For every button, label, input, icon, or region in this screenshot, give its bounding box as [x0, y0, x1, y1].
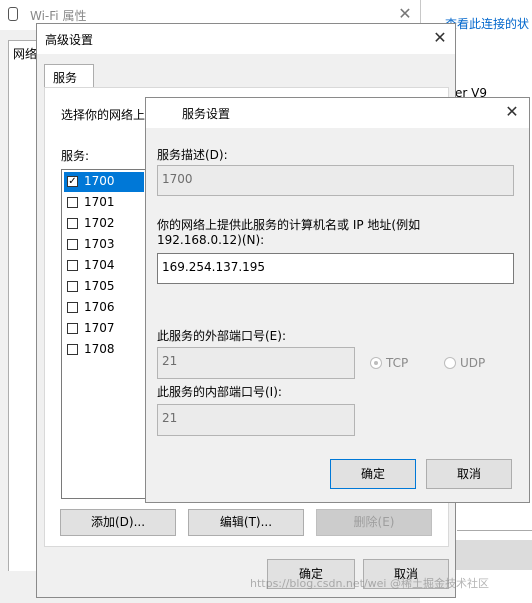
divider: [457, 530, 532, 531]
add-service-button[interactable]: 添加(D)...: [60, 509, 176, 536]
service-item-label: 1708: [84, 342, 115, 356]
service-item-1703[interactable]: 1703: [64, 235, 144, 255]
service-item-1707[interactable]: 1707: [64, 319, 144, 339]
checkbox[interactable]: [67, 302, 78, 313]
service-description-label: 服务描述(D):: [157, 148, 228, 162]
services-instruction: 选择你的网络上: [61, 108, 146, 122]
close-icon[interactable]: ✕: [394, 3, 416, 25]
service-item-1700[interactable]: ✓ 1700: [64, 172, 144, 192]
service-item-label: 1705: [84, 279, 115, 293]
wifi-window-title: Wi-Fi 属性: [30, 9, 87, 23]
checkbox[interactable]: [67, 197, 78, 208]
internal-port-field[interactable]: 21: [157, 404, 355, 436]
checkbox[interactable]: [67, 239, 78, 250]
tab-services[interactable]: 服务: [44, 64, 94, 88]
service-item-1705[interactable]: 1705: [64, 277, 144, 297]
service-item-label: 1702: [84, 216, 115, 230]
bottom-strip: [454, 540, 532, 570]
external-port-label: 此服务的外部端口号(E):: [157, 329, 286, 343]
wifi-icon: [8, 7, 18, 21]
service-item-1708[interactable]: 1708: [64, 340, 144, 360]
service-description-field[interactable]: 1700: [157, 165, 514, 196]
services-list[interactable]: ✓ 1700 1701 1702 1703 1704 1705 1706 170…: [61, 169, 151, 499]
service-cancel-button[interactable]: 取消: [426, 459, 512, 489]
service-item-label: 1704: [84, 258, 115, 272]
checkbox[interactable]: [67, 260, 78, 271]
close-icon[interactable]: ✕: [501, 101, 523, 123]
host-address-input[interactable]: 169.254.137.195: [157, 253, 514, 284]
udp-label: UDP: [460, 356, 486, 370]
checkbox[interactable]: [67, 218, 78, 229]
tab-services-label: 服务: [53, 71, 78, 85]
service-item-1706[interactable]: 1706: [64, 298, 144, 318]
tab-network-label: 网络: [13, 47, 38, 61]
watermark: https://blog.csdn.net/wei @稀土掘金技术社区: [250, 577, 489, 590]
service-settings-dialog: 服务设置 ✕ 服务描述(D): 1700 你的网络上提供此服务的计算机名或 IP…: [145, 97, 530, 503]
service-item-label: 1703: [84, 237, 115, 251]
close-icon[interactable]: ✕: [429, 27, 451, 49]
delete-service-button[interactable]: 删除(E): [316, 509, 432, 536]
service-ok-button[interactable]: 确定: [330, 459, 416, 489]
udp-radio[interactable]: [444, 357, 456, 369]
service-titlebar: 服务设置 ✕: [146, 98, 529, 128]
service-item-1704[interactable]: 1704: [64, 256, 144, 276]
checkbox[interactable]: [67, 281, 78, 292]
checkbox[interactable]: [67, 323, 78, 334]
checkbox[interactable]: [67, 344, 78, 355]
tab-network[interactable]: 网络: [8, 40, 38, 62]
view-status-link[interactable]: 查看此连接的状: [445, 15, 529, 32]
host-address-label-line1: 你的网络上提供此服务的计算机名或 IP 地址(例如: [157, 218, 421, 232]
external-port-field[interactable]: 21: [157, 347, 355, 379]
edit-service-button[interactable]: 编辑(T)...: [188, 509, 304, 536]
host-address-label-line2: 192.168.0.12)(N):: [157, 233, 265, 247]
internal-port-label: 此服务的内部端口号(I):: [157, 385, 282, 399]
services-label: 服务:: [61, 149, 90, 163]
service-item-label: 1707: [84, 321, 115, 335]
service-item-1701[interactable]: 1701: [64, 193, 144, 213]
tcp-radio[interactable]: [370, 357, 382, 369]
tcp-label: TCP: [386, 356, 409, 370]
advanced-titlebar: 高级设置 ✕: [37, 24, 455, 54]
service-dialog-title: 服务设置: [182, 107, 231, 121]
service-item-label: 1701: [84, 195, 115, 209]
service-item-label: 1700: [84, 174, 115, 188]
checkbox-checked[interactable]: ✓: [67, 176, 78, 187]
service-item-label: 1706: [84, 300, 115, 314]
service-item-1702[interactable]: 1702: [64, 214, 144, 234]
advanced-dialog-title: 高级设置: [45, 33, 94, 47]
wifi-content-panel: [8, 61, 39, 571]
